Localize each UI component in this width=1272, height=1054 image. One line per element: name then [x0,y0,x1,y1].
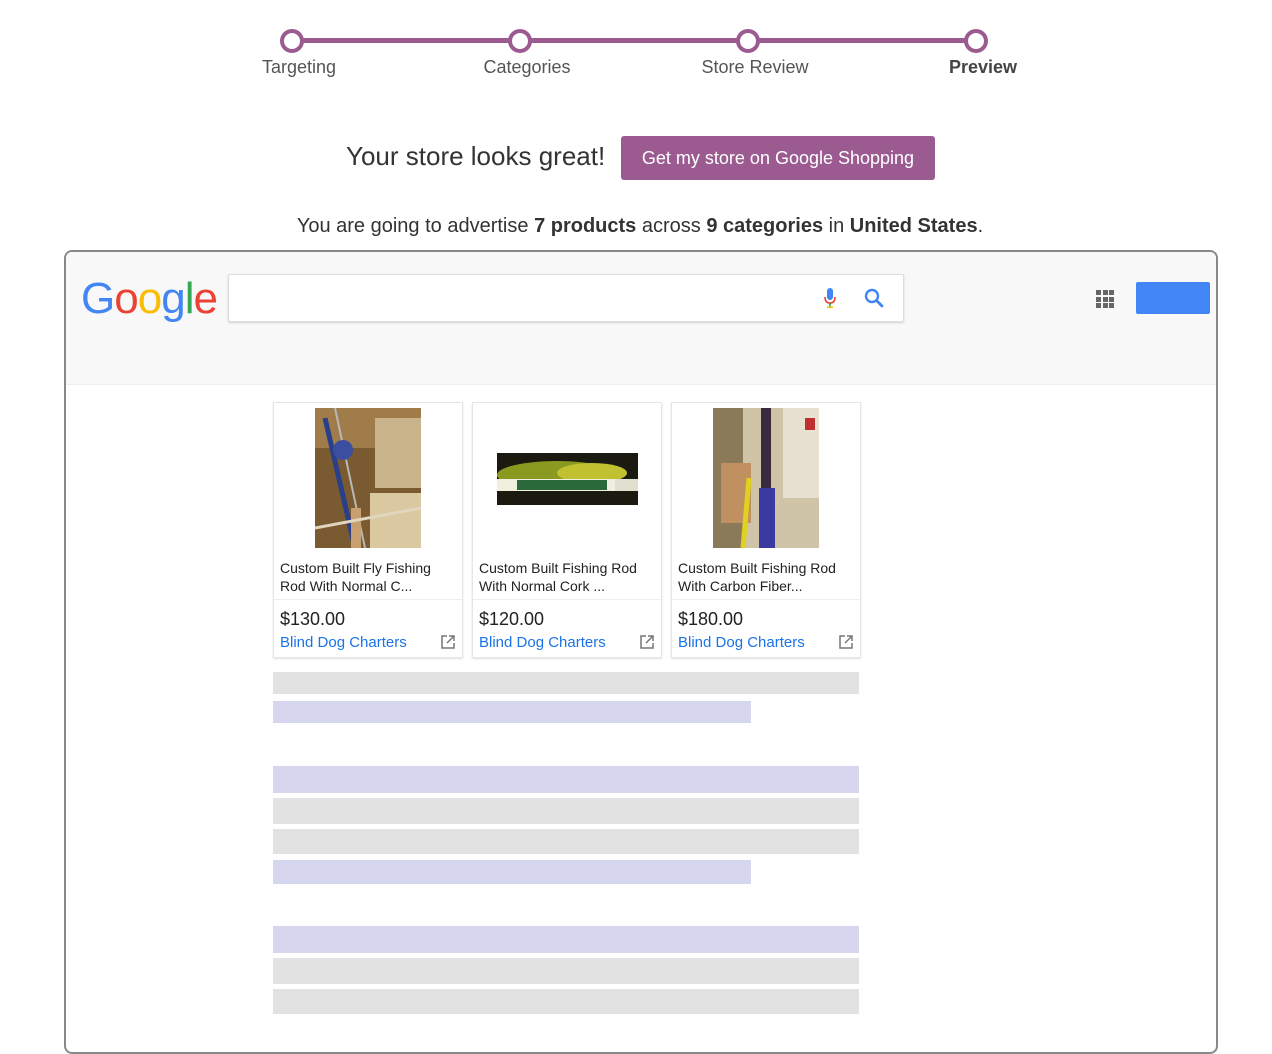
google-search-box[interactable] [228,274,904,322]
summary-in: in [823,215,850,237]
step-dot-store-review[interactable] [736,29,760,53]
google-logo: Google [81,274,218,324]
logo-letter: G [81,274,115,323]
microphone-icon[interactable] [823,287,837,309]
product-image[interactable] [315,408,421,548]
product-card[interactable]: Custom Built Fishing Rod With Normal Cor… [472,402,662,658]
product-title[interactable]: Custom Built Fishing Rod With Normal Cor… [479,559,655,595]
logo-letter: o [137,274,163,323]
stepper-line [292,38,978,43]
product-image-container[interactable] [473,403,661,555]
result-placeholder-bar [273,701,751,723]
external-link-icon[interactable] [440,634,456,650]
product-image[interactable] [713,408,819,548]
logo-letter: g [161,274,186,323]
result-placeholder-bar [273,766,859,793]
apps-grid-icon[interactable] [1096,290,1114,308]
product-price: $130.00 [280,609,346,629]
sign-in-button[interactable] [1136,282,1210,314]
result-placeholder-bar [273,798,859,824]
product-store-link[interactable]: Blind Dog Charters [280,634,407,651]
card-divider [274,599,462,600]
logo-letter: o [114,274,139,323]
summary-country: United States [849,215,978,237]
get-store-on-google-shopping-button[interactable]: Get my store on Google Shopping [621,136,935,180]
product-price: $180.00 [678,609,744,629]
summary-prefix: You are going to advertise [296,215,535,237]
card-divider [473,599,661,600]
result-placeholder-bar [273,926,859,953]
search-icon[interactable] [863,287,885,309]
summary-products-count: 7 products [534,215,637,237]
result-placeholder-bar [273,958,859,984]
logo-letter: e [193,274,218,323]
card-divider [672,599,860,600]
product-store-link[interactable]: Blind Dog Charters [678,634,805,651]
advertise-summary: You are going to advertise 7 products ac… [0,215,1272,238]
result-placeholder-bar [273,860,751,884]
summary-suffix: . [977,215,984,237]
google-preview-frame: Google Custom Built Fly Fishing Rod With… [64,250,1218,1054]
result-placeholder-bar [273,672,859,694]
summary-categories-count: 9 categories [706,215,824,237]
step-label-targeting[interactable]: Targeting [262,57,336,78]
page-headline: Your store looks great! [346,141,606,171]
progress-stepper: Targeting Categories Store Review Previe… [0,0,1272,100]
product-image-container[interactable] [672,403,860,555]
step-label-preview[interactable]: Preview [949,57,1017,78]
product-image[interactable] [497,453,638,505]
external-link-icon[interactable] [639,634,655,650]
step-label-store-review[interactable]: Store Review [701,57,808,78]
product-store-link[interactable]: Blind Dog Charters [479,634,606,651]
result-placeholder-bar [273,829,859,854]
product-title[interactable]: Custom Built Fly Fishing Rod With Normal… [280,559,456,595]
product-card[interactable]: Custom Built Fly Fishing Rod With Normal… [273,402,463,658]
product-card[interactable]: Custom Built Fishing Rod With Carbon Fib… [671,402,861,658]
step-dot-targeting[interactable] [280,29,304,53]
external-link-icon[interactable] [838,634,854,650]
step-label-categories[interactable]: Categories [483,57,570,78]
google-header: Google [66,252,1216,385]
product-image-container[interactable] [274,403,462,555]
step-dot-preview[interactable] [964,29,988,53]
step-dot-categories[interactable] [508,29,532,53]
summary-middle: across [636,215,707,237]
search-input[interactable] [239,283,803,313]
product-price: $120.00 [479,609,545,629]
product-title[interactable]: Custom Built Fishing Rod With Carbon Fib… [678,559,854,595]
result-placeholder-bar [273,989,859,1014]
